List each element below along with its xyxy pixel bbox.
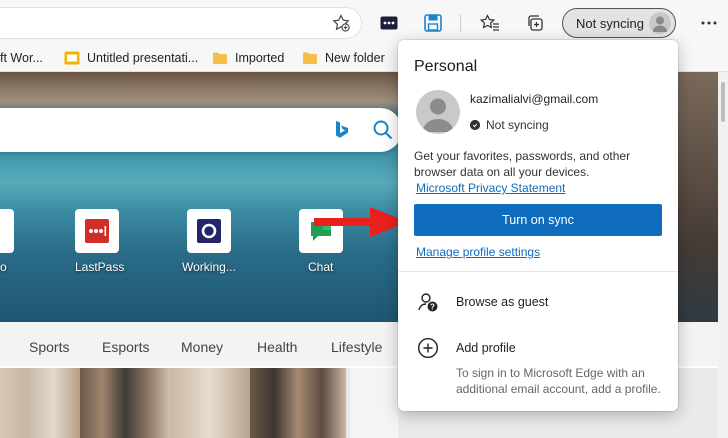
add-profile-hint: To sign in to Microsoft Edge with an add… (456, 366, 661, 396)
category-money[interactable]: Money (181, 339, 223, 355)
quick-link-tile[interactable] (75, 209, 119, 253)
extension-icon[interactable] (374, 8, 404, 38)
slides-icon (64, 51, 80, 65)
add-profile-label: Add profile (456, 341, 516, 355)
profile-name: Personal (414, 58, 478, 75)
scrollbar-thumb[interactable] (721, 82, 725, 122)
quick-link-tile[interactable] (187, 209, 231, 253)
add-icon (416, 336, 440, 360)
news-thumbnail[interactable] (0, 368, 80, 438)
quick-link-label: Chat (308, 260, 334, 274)
favorite-item[interactable]: Imported (212, 49, 284, 67)
favorite-item[interactable]: ft Wor... (0, 49, 43, 67)
favorite-item[interactable]: Untitled presentati... (64, 49, 198, 67)
address-bar[interactable] (0, 7, 362, 39)
news-thumbnail[interactable] (80, 368, 170, 438)
add-profile-item[interactable]: Add profile (416, 336, 516, 360)
favorite-label: Untitled presentati... (87, 51, 199, 65)
category-sports[interactable]: Sports (29, 339, 69, 355)
page-scrollbar[interactable] (718, 72, 728, 438)
annotation-arrow-icon (314, 207, 408, 237)
sync-off-icon (470, 120, 480, 130)
guest-icon: ? (416, 290, 440, 314)
profile-email: kazimalialvi@gmail.com (470, 92, 599, 106)
favorites-icon[interactable] (475, 8, 505, 38)
browse-as-guest-label: Browse as guest (456, 295, 549, 309)
favorite-label: ft Wor... (0, 51, 43, 65)
bing-icon[interactable] (334, 120, 348, 140)
favorite-label: Imported (235, 51, 285, 65)
profile-avatar (649, 12, 671, 34)
favorite-item[interactable]: New folder (302, 49, 385, 67)
news-card[interactable] (350, 368, 398, 438)
privacy-statement-link[interactable]: Microsoft Privacy Statement (416, 181, 565, 195)
category-esports[interactable]: Esports (102, 339, 149, 355)
lastpass-icon (85, 219, 109, 243)
search-icon[interactable] (373, 120, 393, 140)
favorite-add-icon[interactable] (326, 8, 356, 38)
svg-text:?: ? (430, 302, 435, 311)
sync-description: Get your favorites, passwords, and other… (414, 149, 631, 179)
sync-status: Not syncing (470, 118, 549, 132)
web-search-box[interactable] (0, 108, 402, 152)
quick-link-label: Working... (182, 260, 236, 274)
profile-sync-button[interactable]: Not syncing (562, 8, 676, 38)
manage-profile-settings-link[interactable]: Manage profile settings (416, 245, 540, 259)
toolbar-separator (460, 14, 461, 32)
collections-icon[interactable] (520, 8, 550, 38)
quick-link-label: o (0, 260, 7, 274)
turn-on-sync-button[interactable]: Turn on sync (414, 204, 662, 236)
news-thumbnail[interactable] (170, 368, 250, 438)
profile-avatar-large (416, 90, 460, 134)
category-lifestyle[interactable]: Lifestyle (331, 339, 382, 355)
news-thumbnail[interactable] (250, 368, 346, 438)
browse-as-guest-item[interactable]: ? Browse as guest (416, 290, 548, 314)
outlook-icon (197, 219, 221, 243)
profile-flyout: Personal kazimalialvi@gmail.com Not sync… (398, 40, 678, 411)
sync-status-label: Not syncing (486, 118, 549, 132)
folder-icon (213, 52, 227, 64)
more-icon[interactable] (694, 8, 724, 38)
category-health[interactable]: Health (257, 339, 297, 355)
save-icon[interactable] (418, 8, 448, 38)
favorite-label: New folder (325, 51, 385, 65)
divider (398, 271, 678, 272)
profile-sync-label: Not syncing (576, 15, 644, 31)
folder-icon (303, 52, 317, 64)
quick-link-tile[interactable] (0, 209, 14, 253)
quick-link-label: LastPass (75, 260, 125, 274)
browser-toolbar: Not syncing (0, 0, 728, 44)
